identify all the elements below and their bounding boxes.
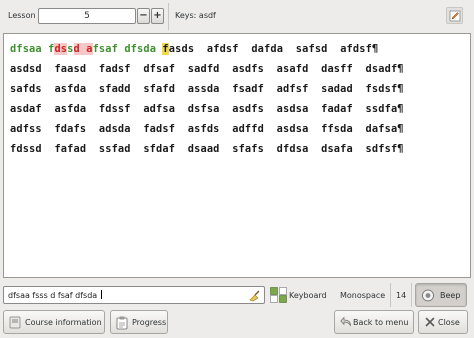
error-text: d a	[73, 43, 93, 55]
lesson-increment-button[interactable]: +	[151, 8, 164, 24]
close-button[interactable]: Close	[418, 310, 468, 334]
edit-icon	[449, 10, 461, 22]
edit-lesson-button[interactable]	[446, 7, 463, 24]
progress-label: Progress	[132, 318, 167, 327]
exercise-line: dfsaa fdssd afsaf dfsda fasds afdsf dafd…	[10, 40, 404, 60]
typed-text: dfsaa f	[10, 43, 55, 55]
typed-text: fsaf dfsda	[92, 43, 163, 55]
back-to-menu-button[interactable]: Back to menu	[334, 310, 414, 334]
toolbar: Lesson 5 − + Keys: asdf	[0, 0, 474, 33]
status-separator	[411, 283, 412, 307]
exercise-line: fdssd fafad ssfad sfdaf dsaad sfafs dfds…	[10, 143, 404, 155]
status-separator	[390, 283, 391, 307]
clear-icon[interactable]	[248, 289, 261, 304]
lesson-decrement-button[interactable]: −	[137, 8, 150, 24]
close-label: Close	[438, 318, 460, 327]
error-text: ds	[54, 43, 68, 55]
keyboard-label[interactable]: Keyboard	[289, 291, 327, 300]
lesson-spinner-input[interactable]: 5	[38, 8, 136, 24]
keys-label: Keys: asdf	[175, 11, 216, 20]
exercise-line: safds asfda sfadd sfafd assda fsadf adfs…	[10, 83, 404, 95]
text-caret	[100, 290, 102, 299]
toolbar-separator	[168, 3, 169, 30]
clipboard-icon	[116, 316, 128, 332]
exercise-line: asdaf asfda fdssf adfsa dsfsa asdfs asds…	[10, 103, 404, 115]
beep-toggle-button[interactable]: Beep	[415, 283, 467, 307]
progress-button[interactable]: Progress	[110, 310, 168, 334]
font-label[interactable]: Monospace	[340, 291, 385, 300]
font-size-label[interactable]: 14	[396, 291, 406, 300]
typed-text: s	[67, 43, 74, 55]
speaker-icon	[421, 289, 435, 304]
lesson-label: Lesson	[8, 11, 36, 20]
exercise-line: adfss fdafs adsda fadsf asfds adffd asds…	[10, 123, 404, 135]
back-to-menu-label: Back to menu	[353, 318, 409, 327]
typing-input[interactable]: dfsaa fsss d fsaf dfsda	[3, 286, 265, 304]
back-arrow-icon	[340, 316, 352, 330]
course-information-button[interactable]: Course information	[3, 310, 105, 334]
exercise-text-area: dfsaa fdssd afsaf dfsda fasds afdsf dafd…	[3, 33, 471, 278]
typing-input-value: dfsaa fsss d fsaf dfsda	[8, 290, 102, 300]
info-icon	[9, 316, 21, 331]
beep-label: Beep	[440, 291, 461, 300]
keyboard-icon[interactable]	[270, 287, 287, 305]
exercise-line: asdsd faasd fadsf dfsaf sadfd asdfs asaf…	[10, 63, 404, 75]
close-icon	[424, 316, 436, 330]
remaining-text: asds afdsf dafda safsd afdsf¶	[168, 43, 379, 55]
typing-input-text: dfsaa fsss d fsaf dfsda	[8, 291, 100, 300]
exercise-lines: dfsaa fdssd afsaf dfsda fasds afdsf dafd…	[10, 40, 404, 160]
course-information-label: Course information	[25, 318, 102, 327]
